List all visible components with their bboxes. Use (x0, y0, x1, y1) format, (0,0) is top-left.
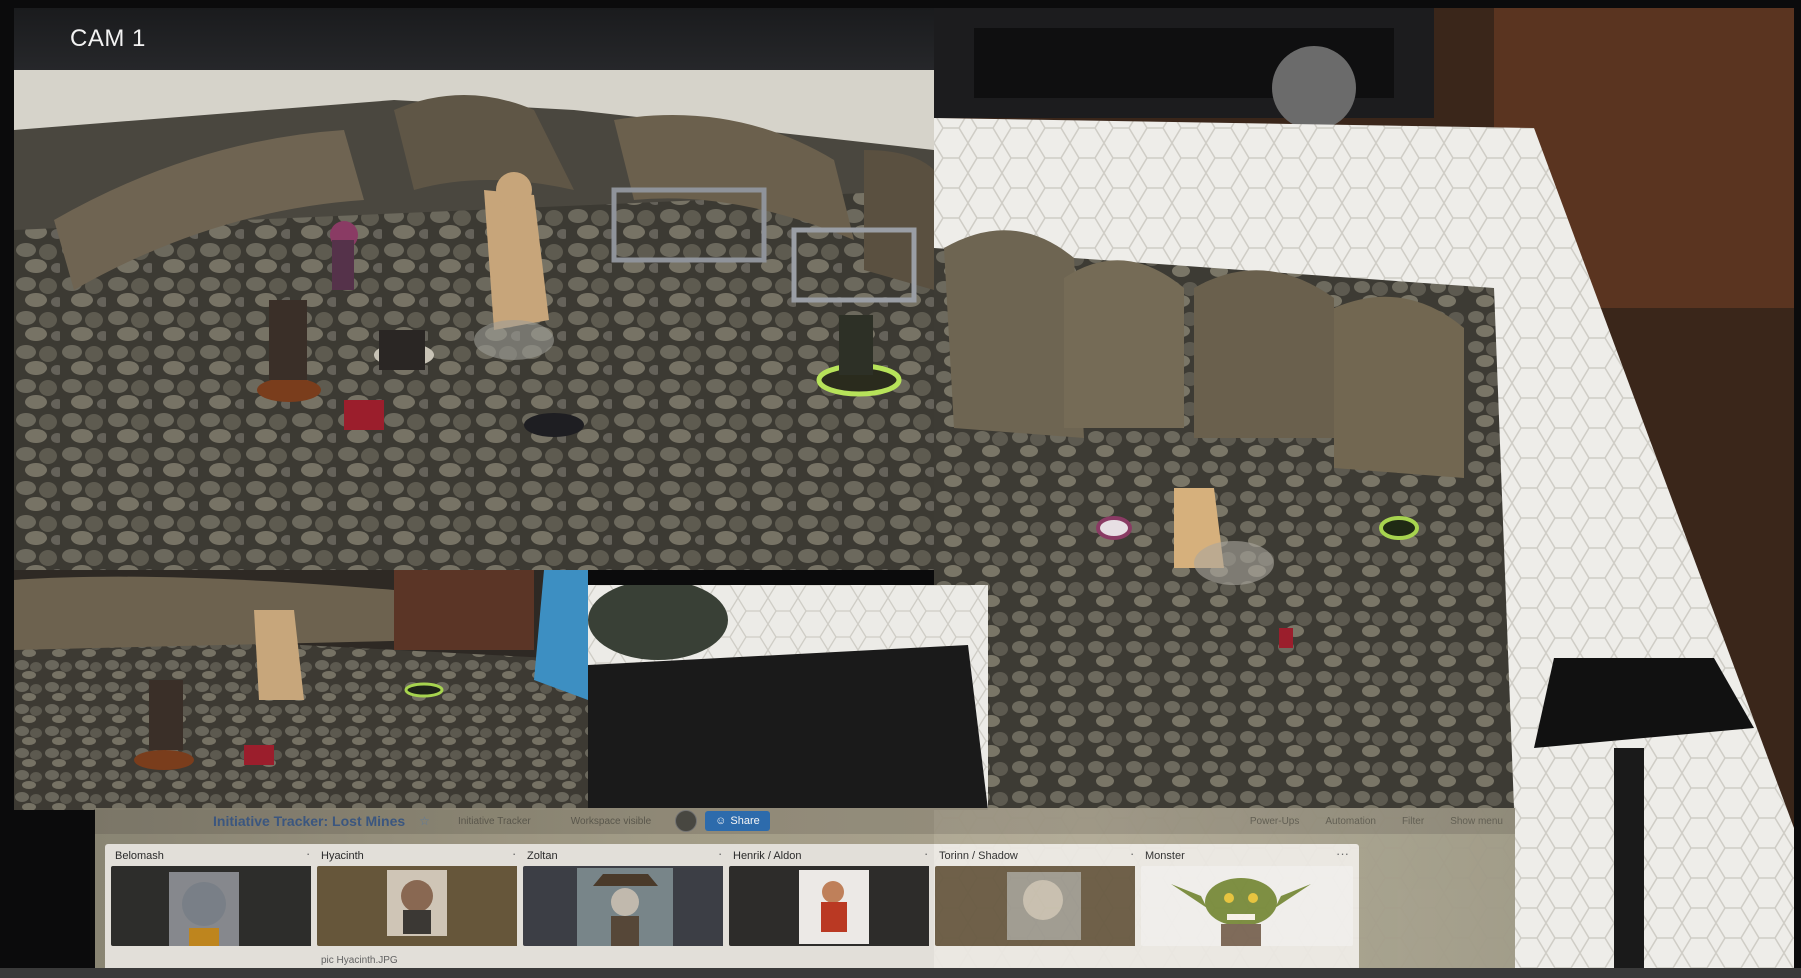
board-header: Initiative Tracker: Lost Mines ☆ Initiat… (95, 808, 1515, 834)
list-hyacinth[interactable]: Hyacinth ··· pic Hyacinth.JPG (311, 844, 535, 971)
list-torinn-shadow[interactable]: Torinn / Shadow ··· (929, 844, 1153, 971)
camera-label: CAM 1 (70, 25, 146, 52)
card-portrait[interactable] (111, 866, 323, 946)
person-add-icon: ☺ (715, 815, 727, 827)
share-label: Share (730, 815, 760, 827)
initiative-tracker-board: Initiative Tracker: Lost Mines ☆ Initiat… (95, 808, 1515, 971)
list-title: Hyacinth (321, 850, 364, 862)
share-button[interactable]: ☺ Share (705, 811, 770, 831)
list-title: Henrik / Aldon (733, 850, 802, 862)
list-title: Torinn / Shadow (939, 850, 1018, 862)
camera-feed-obstructed (588, 585, 988, 810)
automation-button[interactable]: Automation (1325, 816, 1376, 827)
list-zoltan[interactable]: Zoltan ··· (517, 844, 741, 971)
list-title: Belomash (115, 850, 164, 862)
list-title: Monster (1145, 850, 1185, 862)
list-title: Zoltan (527, 850, 558, 862)
show-menu-button[interactable]: Show menu (1450, 816, 1503, 827)
filter-button[interactable]: Filter (1402, 816, 1424, 827)
card-portrait[interactable] (1141, 866, 1353, 946)
card-portrait[interactable] (317, 866, 529, 946)
star-icon[interactable]: ☆ (419, 814, 430, 828)
list-monster[interactable]: Monster ··· (1135, 844, 1359, 971)
camera-feed-wide (14, 570, 588, 810)
card-portrait[interactable] (935, 866, 1147, 946)
card-portrait[interactable] (729, 866, 941, 946)
member-avatar[interactable] (675, 810, 698, 832)
bottom-edge (0, 968, 1801, 978)
workspace-visibility[interactable]: Workspace visible (571, 816, 651, 827)
list-belomash[interactable]: Belomash ··· (105, 844, 329, 971)
board-view-switcher[interactable]: Initiative Tracker (458, 816, 531, 827)
power-ups-button[interactable]: Power-Ups (1250, 816, 1299, 827)
board-actions: Power-Ups Automation Filter Show menu (1250, 816, 1503, 827)
card-caption: pic Hyacinth.JPG (321, 955, 398, 966)
camera-header-bar: CAM 1 (14, 8, 954, 70)
camera-feed-main (14, 70, 934, 570)
board-title[interactable]: Initiative Tracker: Lost Mines (213, 813, 405, 829)
card-portrait[interactable] (523, 866, 735, 946)
list-menu-icon[interactable]: ··· (1336, 846, 1349, 861)
board-lists: Belomash ··· Hyacinth ··· (95, 844, 1515, 971)
list-henrik-aldon[interactable]: Henrik / Aldon ··· (723, 844, 947, 971)
